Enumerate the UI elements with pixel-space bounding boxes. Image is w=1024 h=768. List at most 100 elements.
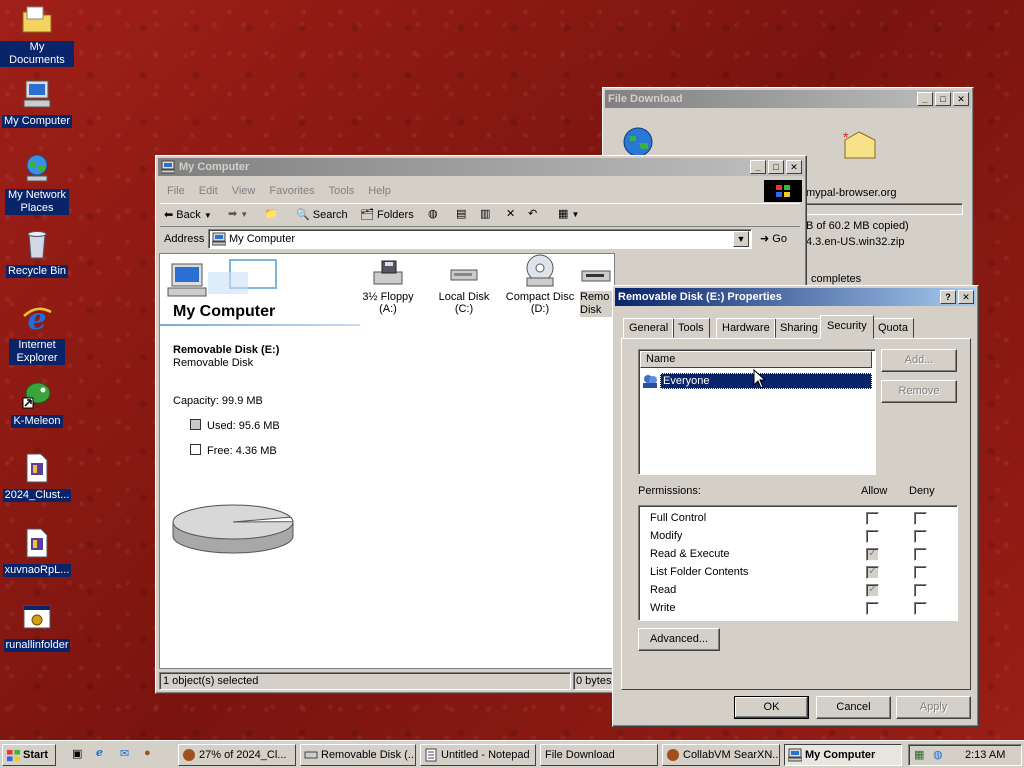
deny-checkbox-read[interactable] [914, 584, 927, 597]
desktop-icon-label: Internet Explorer [9, 339, 65, 365]
tab-quota[interactable]: Quota [872, 318, 914, 338]
desktop-icon-2024-clust[interactable]: 2024_Clust... [0, 452, 74, 502]
menu-favorites[interactable]: Favorites [262, 182, 321, 200]
add-button[interactable]: Add... [881, 349, 957, 372]
folders-button-label: Folders [377, 209, 414, 221]
drive-item-compact-disc[interactable]: Compact Disc (D:) [504, 254, 576, 315]
tab-general[interactable]: General [623, 318, 675, 338]
views-icon[interactable]: ▦ ▼ [558, 207, 579, 220]
free-legend-swatch [190, 444, 201, 455]
allow-checkbox-modify[interactable] [866, 530, 879, 543]
name-column-header[interactable]: Name [640, 351, 872, 368]
search-button[interactable]: 🔍 Search [296, 208, 348, 221]
allow-checkbox-write[interactable] [866, 602, 879, 615]
move-to-icon[interactable]: ▤ [456, 207, 466, 220]
desktop-icon-recycle-bin[interactable]: Recycle Bin [0, 228, 74, 278]
tab-label: Hardware [722, 322, 770, 334]
removable-disk-icon [581, 270, 611, 282]
task-button-removable-disk[interactable]: Removable Disk (... [300, 744, 416, 766]
drive-item-floppy[interactable]: 3½ Floppy (A:) [356, 258, 420, 315]
menu-tools[interactable]: Tools [322, 182, 362, 200]
tab-tools[interactable]: Tools [672, 318, 710, 338]
maximize-button[interactable]: □ [935, 92, 951, 106]
desktop-icon-xuvnaorpl[interactable]: xuvnaoRpL... [0, 527, 74, 577]
permission-name: Read [650, 584, 677, 596]
back-arrow-icon: ⬅ [164, 209, 174, 221]
remove-button[interactable]: Remove [881, 380, 957, 403]
task-button-collabvm[interactable]: CollabVM SearXN... [662, 744, 780, 766]
deny-checkbox-modify[interactable] [914, 530, 927, 543]
forward-button[interactable]: ➡ ▼ [228, 207, 248, 220]
tab-security[interactable]: Security [820, 315, 874, 339]
maximize-button[interactable]: □ [768, 160, 784, 174]
minimize-button[interactable]: _ [917, 92, 933, 106]
delete-icon[interactable]: ✕ [506, 207, 515, 220]
user-list[interactable]: Name Everyone [638, 349, 876, 475]
start-button[interactable]: Start [2, 744, 56, 766]
security-tab-panel: Name Everyone Add... Remove Permissions:… [621, 338, 971, 690]
deny-checkbox-full-control[interactable] [914, 512, 927, 525]
desktop-icon-my-documents[interactable]: My Documents [0, 4, 74, 67]
task-button-file-download[interactable]: File Download [540, 744, 658, 766]
copy-to-icon[interactable]: ▥ [480, 207, 490, 220]
show-desktop-icon[interactable]: ▣ [72, 747, 82, 760]
desktop-icon-my-computer[interactable]: My Computer [0, 78, 74, 128]
k-meleon-icon[interactable]: ● [144, 747, 151, 759]
help-button[interactable]: ? [940, 290, 956, 304]
close-button[interactable]: ✕ [786, 160, 802, 174]
properties-titlebar[interactable]: Removable Disk (E:) Properties ? ✕ [615, 288, 976, 306]
menu-file[interactable]: File [160, 182, 192, 200]
menu-help[interactable]: Help [361, 182, 398, 200]
ok-button[interactable]: OK [734, 696, 809, 719]
folders-button[interactable]: 🗂 Folders [360, 208, 414, 221]
address-label: Address [164, 233, 205, 245]
my-computer-titlebar[interactable]: My Computer _ □ ✕ [158, 158, 804, 176]
outlook-icon[interactable]: ✉ [120, 747, 129, 760]
tab-hardware[interactable]: Hardware [716, 318, 776, 338]
address-dropdown-button[interactable]: ▼ [733, 231, 749, 247]
address-bar[interactable]: My Computer ▼ [208, 229, 752, 249]
internet-explorer-icon[interactable]: e [96, 746, 103, 759]
close-button[interactable]: ✕ [953, 92, 969, 106]
minimize-button[interactable]: _ [750, 160, 766, 174]
allow-checkbox-full-control[interactable] [866, 512, 879, 525]
task-button-notepad[interactable]: Untitled - Notepad [420, 744, 536, 766]
permissions-label: Permissions: [638, 485, 701, 497]
allow-checkbox-read[interactable]: ✓ [866, 584, 879, 597]
deny-checkbox-read-execute[interactable] [914, 548, 927, 561]
go-button[interactable]: ➜ Go [760, 232, 787, 245]
menu-view[interactable]: View [225, 182, 263, 200]
apply-button[interactable]: Apply [896, 696, 971, 719]
desktop-icon-network-places[interactable]: My Network Places [0, 152, 74, 215]
back-button[interactable]: ⬅ Back ▼ [164, 208, 212, 221]
go-label: Go [772, 233, 787, 245]
computer-icon [788, 748, 802, 762]
tab-sharing[interactable]: Sharing [774, 318, 824, 338]
allow-checkbox-list-folder-contents[interactable]: ✓ [866, 566, 879, 579]
deny-checkbox-write[interactable] [914, 602, 927, 615]
close-button[interactable]: ✕ [958, 290, 974, 304]
drive-item-local-disk[interactable]: Local Disk (C:) [428, 258, 500, 315]
cancel-button[interactable]: Cancel [816, 696, 891, 719]
k-meleon-icon [22, 382, 51, 409]
allow-checkbox-read-execute[interactable]: ✓ [866, 548, 879, 561]
task-button-download[interactable]: 27% of 2024_Cl... [178, 744, 296, 766]
desktop-icon-runallinfolder[interactable]: runallinfolder [0, 602, 74, 652]
desktop-icon-internet-explorer[interactable]: e Internet Explorer [0, 302, 74, 365]
up-folder-icon[interactable]: 📁 [264, 207, 278, 220]
advanced-button[interactable]: Advanced... [638, 628, 720, 651]
file-download-titlebar[interactable]: File Download _ □ ✕ [605, 90, 971, 108]
task-button-my-computer[interactable]: My Computer [784, 744, 902, 766]
computer-icon [23, 80, 51, 108]
properties-dialog[interactable]: Removable Disk (E:) Properties ? ✕ Gener… [612, 285, 979, 727]
history-icon[interactable]: ◍ [428, 207, 438, 220]
undo-icon[interactable]: ↶ [528, 207, 537, 220]
globe-tray-icon[interactable]: ◍ [933, 748, 943, 761]
permission-name: List Folder Contents [650, 566, 749, 578]
desktop-icon-k-meleon[interactable]: K-Meleon [0, 378, 74, 428]
deny-checkbox-list-folder-contents[interactable] [914, 566, 927, 579]
menu-edit[interactable]: Edit [192, 182, 225, 200]
drive-item-removable-disk[interactable]: Remo Disk [580, 258, 616, 317]
network-tray-icon[interactable]: ▦ [914, 748, 924, 761]
permission-row: Read & Execute [650, 548, 730, 560]
